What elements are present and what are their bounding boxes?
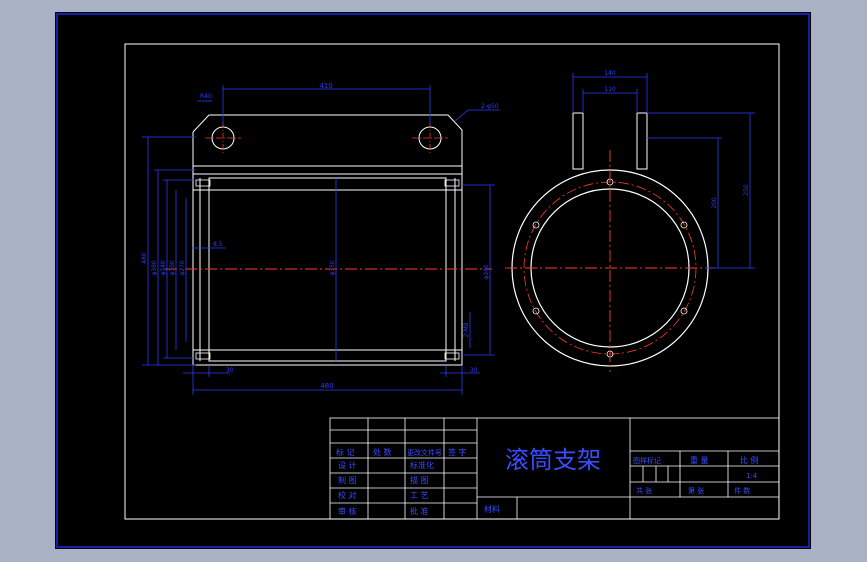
dim-right-small-text: 2-M8 <box>463 322 470 337</box>
side-dim-height-outer-text: 250 <box>743 184 750 196</box>
dim-h-small-text: φ270 <box>179 260 186 276</box>
tb-mid-col-3: 工 艺 <box>410 491 429 500</box>
tb-sheet-1: 共 张 <box>636 486 652 495</box>
tb-right-header-1: 图样标记 <box>633 456 661 465</box>
side-dim-height-inner-text: 200 <box>711 197 718 209</box>
dim-top-hole-spacing-text: 410 <box>319 82 332 90</box>
hole-note-text: 2-φ50 <box>481 103 499 110</box>
dim-small-offset-text: 8.5 <box>213 241 223 248</box>
chamfer-text: R40 <box>200 93 212 100</box>
dim-total-width-text: 480 <box>320 382 333 390</box>
side-dim-top-width-text: 140 <box>604 70 616 77</box>
tb-material-label: 材料 <box>484 504 500 514</box>
tb-left-col-3: 校 对 <box>338 490 357 500</box>
side-dim-inner-width-text: 110 <box>604 86 616 93</box>
tb-right-header-3: 比 例 <box>740 455 759 465</box>
tb-row-label-2: 处 数 <box>373 447 392 457</box>
tb-scale-value: 1:4 <box>746 472 758 480</box>
dim-h-mid-text: φ340 <box>160 260 167 276</box>
tb-mid-col-1: 标准化 <box>410 460 434 470</box>
dim-right-dia-text: φ340 <box>483 264 490 280</box>
drawing-title: 滚筒支架 <box>505 446 601 474</box>
tb-sheet-3: 件 数 <box>734 486 750 495</box>
tb-mid-col-2: 描 图 <box>410 475 429 485</box>
dim-bottom-left-text: 30 <box>226 367 234 374</box>
dim-bottom-right-text: 30 <box>470 367 478 374</box>
tb-row-label-1: 标 记 <box>336 447 355 457</box>
tb-sheet-2: 第 张 <box>688 486 704 495</box>
dim-h-outer-text: φ380 <box>151 260 158 276</box>
tb-row-label-3: 更改文件号 <box>407 448 442 457</box>
tb-left-col-4: 审 核 <box>338 506 357 516</box>
dim-total-height-text: 480 <box>141 252 148 264</box>
tb-mid-col-4: 批 准 <box>410 506 429 516</box>
tb-right-header-2: 重 量 <box>690 455 709 465</box>
tb-left-col-2: 制 图 <box>338 475 357 485</box>
dim-center-dia-text: φ350 <box>329 260 336 276</box>
cad-drawing: 410 R40 2-φ50 480 φ380 φ340 φ300 φ270 8.… <box>55 12 811 549</box>
dim-h-inner-text: φ300 <box>169 260 176 276</box>
tb-left-col-1: 设 计 <box>338 460 357 470</box>
